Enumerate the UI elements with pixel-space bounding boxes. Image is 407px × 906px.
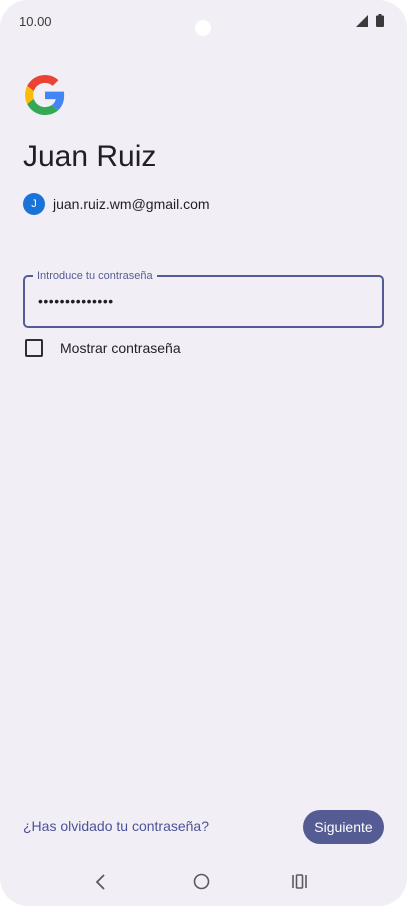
- avatar: J: [23, 193, 45, 215]
- show-password-checkbox[interactable]: [25, 339, 43, 357]
- android-screen: 10.00 Juan Ruiz J juan.ruiz.wm@gmail.com…: [0, 0, 407, 906]
- next-button[interactable]: Siguiente: [303, 810, 384, 844]
- account-email: juan.ruiz.wm@gmail.com: [53, 196, 210, 212]
- password-field[interactable]: Introduce tu contraseña ••••••••••••••: [23, 268, 384, 328]
- signal-icon: [356, 15, 368, 27]
- password-field-value: ••••••••••••••: [38, 293, 114, 309]
- recents-icon[interactable]: [291, 873, 308, 890]
- battery-icon: [376, 14, 384, 27]
- navigation-bar: [0, 862, 407, 902]
- account-name: Juan Ruiz: [23, 140, 157, 173]
- show-password-label: Mostrar contraseña: [60, 340, 181, 356]
- google-logo-icon: [25, 75, 65, 115]
- password-field-label: Introduce tu contraseña: [33, 268, 157, 284]
- forgot-password-link[interactable]: ¿Has olvidado tu contraseña?: [23, 818, 209, 834]
- show-password-row[interactable]: Mostrar contraseña: [25, 338, 181, 358]
- status-bar: 10.00: [0, 0, 407, 42]
- account-chip[interactable]: J juan.ruiz.wm@gmail.com: [23, 192, 210, 216]
- home-icon[interactable]: [193, 873, 210, 890]
- status-time: 10.00: [19, 14, 52, 29]
- camera-cutout: [195, 20, 211, 36]
- back-icon[interactable]: [94, 872, 108, 892]
